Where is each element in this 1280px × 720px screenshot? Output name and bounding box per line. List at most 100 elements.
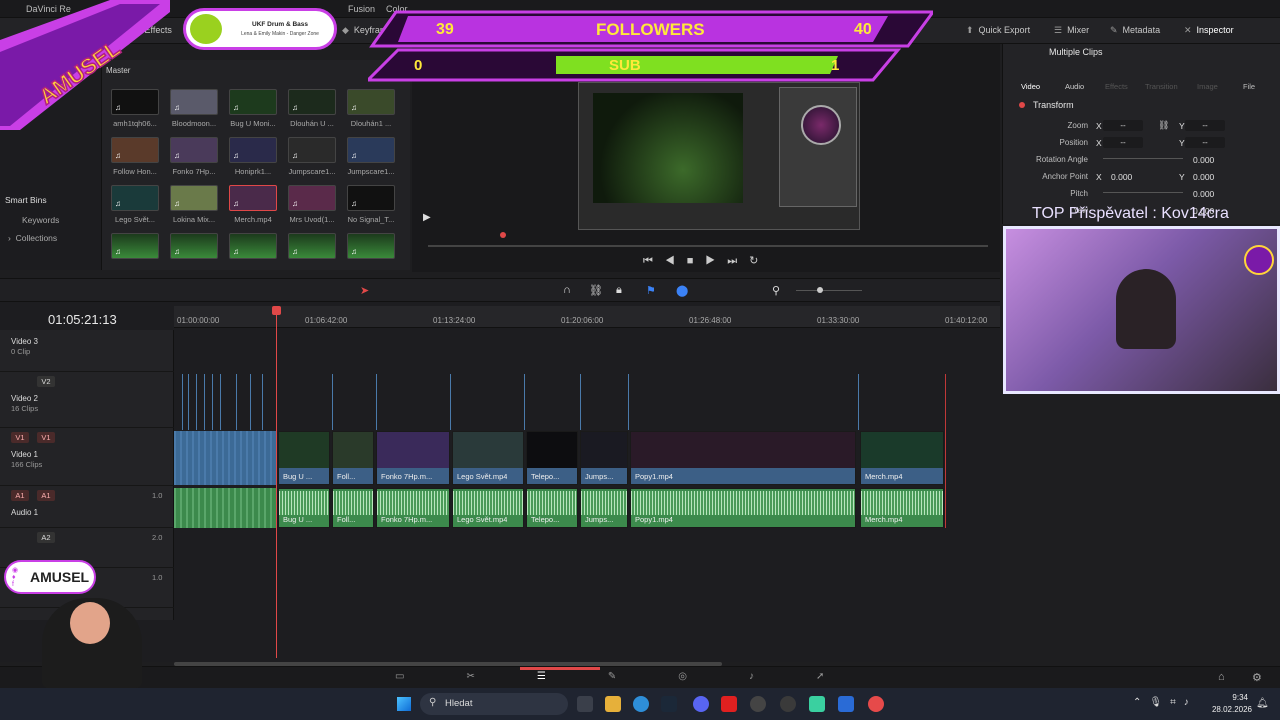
collections-item[interactable]: › Collections [8, 233, 57, 243]
video2-clip-marker[interactable] [220, 374, 221, 430]
file-explorer-icon[interactable] [605, 696, 621, 712]
video-clip[interactable]: Lego Svět.mp4 [452, 431, 524, 485]
play-marker-icon[interactable]: ▶ [423, 212, 431, 223]
app-icon[interactable] [809, 696, 825, 712]
notification-icon[interactable]: 🔔︎ [1256, 698, 1269, 709]
steam-icon[interactable] [661, 696, 677, 712]
clip-name[interactable]: Dlouhán1 ... [341, 119, 401, 128]
rotation-slider[interactable] [1103, 158, 1183, 159]
clip-name[interactable]: Fonko 7Hp... [164, 167, 224, 176]
rotation-value[interactable]: 0.000 [1193, 155, 1214, 165]
tab-effects[interactable]: Effects [1105, 82, 1128, 91]
loop-icon[interactable]: ↻ [749, 255, 770, 267]
skip-forward-icon[interactable]: ⏭ [727, 255, 749, 267]
discord-icon[interactable] [693, 696, 709, 712]
tab-image[interactable]: Image [1197, 82, 1218, 91]
video-clip[interactable]: Bug U ... [278, 431, 330, 485]
video2-clip-marker[interactable] [236, 374, 237, 430]
scrubber-playhead[interactable] [500, 232, 506, 238]
clip-thumbnail[interactable]: ♫ [111, 233, 159, 259]
home-icon[interactable]: ⌂ [1218, 671, 1225, 683]
tab-transition[interactable]: Transition [1145, 82, 1178, 91]
audio-clip[interactable]: Foll... [332, 488, 374, 528]
quick-export-button[interactable]: ⬆ Quick Export [966, 25, 1030, 36]
clip-thumbnail[interactable]: ♫ [111, 137, 159, 163]
inspector-button[interactable]: ✕ Inspector [1184, 25, 1234, 36]
video2-clip-marker[interactable] [212, 374, 213, 430]
zoom-icon[interactable]: ⚲ [772, 284, 780, 297]
clip-name[interactable]: Follow Hon... [105, 167, 165, 176]
clip-thumbnail[interactable]: ♫ [288, 185, 336, 211]
step-back-icon[interactable]: ◀ [665, 255, 687, 267]
video2-clip-marker[interactable] [628, 374, 629, 430]
chevron-up-icon[interactable]: ⌃ [1133, 697, 1149, 708]
clip-thumbnail[interactable]: ♫ [229, 89, 277, 115]
app2-icon[interactable] [838, 696, 854, 712]
youtube-icon[interactable] [721, 696, 737, 712]
metadata-button[interactable]: ✎ Metadata [1110, 25, 1160, 36]
edit-page-icon[interactable]: ☰ [537, 671, 608, 682]
clip-thumbnail[interactable]: ♫ [288, 137, 336, 163]
fairlight-page-icon[interactable]: ♪ [749, 671, 816, 682]
track-tag-v2[interactable]: V2 [37, 376, 55, 387]
video-clip[interactable]: Fonko 7Hp.m... [376, 431, 450, 485]
play-icon[interactable]: ▶ [705, 255, 727, 267]
clip-thumbnail[interactable]: ♫ [170, 89, 218, 115]
video2-clip-marker[interactable] [376, 374, 377, 430]
video-clip[interactable]: Popy1.mp4 [630, 431, 856, 485]
zoom-y-field[interactable]: -- [1185, 120, 1225, 131]
smart-bins-label[interactable]: Smart Bins [5, 195, 47, 205]
video2-clip-marker[interactable] [450, 374, 451, 430]
video-clip[interactable]: Merch.mp4 [860, 431, 944, 485]
settings-icon[interactable]: ⚙ [1252, 671, 1262, 684]
video2-clip-marker[interactable] [182, 374, 183, 430]
clip-thumbnail[interactable]: ♫ [288, 233, 336, 259]
video-clip-cluster[interactable] [174, 431, 276, 485]
stop-icon[interactable]: ■ [687, 255, 706, 267]
video2-clip-marker[interactable] [204, 374, 205, 430]
flag-icon[interactable]: ⚑ [646, 284, 656, 297]
anchor-y-field[interactable]: 0.000 [1193, 172, 1214, 182]
audio-clip[interactable]: Fonko 7Hp.m... [376, 488, 450, 528]
video2-clip-marker[interactable] [250, 374, 251, 430]
pitch-slider[interactable] [1103, 192, 1183, 193]
selection-tool-icon[interactable]: ➤ [360, 284, 369, 297]
clip-thumbnail[interactable]: ♫ [170, 233, 218, 259]
network-icon[interactable]: ⌗ [1170, 697, 1184, 708]
video2-clip-marker[interactable] [196, 374, 197, 430]
zoom-x-field[interactable]: -- [1103, 120, 1143, 131]
clip-thumbnail[interactable]: ♫ [229, 233, 277, 259]
obs-icon[interactable] [780, 696, 796, 712]
zoom-slider[interactable] [796, 290, 862, 291]
snapping-icon[interactable]: ∩ [563, 284, 571, 296]
audio-clip-cluster[interactable] [174, 488, 276, 528]
video2-clip-marker[interactable] [580, 374, 581, 430]
clip-thumbnail[interactable]: ♫ [229, 137, 277, 163]
keywords-item[interactable]: Keywords [22, 215, 59, 225]
marker-icon[interactable]: ⬤ [676, 284, 688, 297]
pitch-value[interactable]: 0.000 [1193, 189, 1214, 199]
video2-clip-marker[interactable] [858, 374, 859, 430]
transform-section-title[interactable]: Transform [1033, 100, 1074, 110]
cut-page-icon[interactable]: ✂ [466, 671, 536, 682]
timeline-playhead[interactable] [276, 306, 277, 658]
davinci-icon[interactable] [750, 696, 766, 712]
clip-thumbnail[interactable]: ♫ [170, 185, 218, 211]
zoom-slider-handle[interactable] [817, 287, 823, 293]
tab-video[interactable]: Video [1021, 82, 1040, 91]
clip-thumbnail[interactable]: ♫ [229, 185, 277, 211]
task-view-icon[interactable] [577, 696, 593, 712]
position-x-field[interactable]: -- [1103, 137, 1143, 148]
clip-name[interactable]: Bug U Moni... [223, 119, 283, 128]
start-icon[interactable] [397, 697, 411, 711]
mic-icon[interactable]: 🎙︎ [1149, 697, 1170, 708]
clip-thumbnail[interactable]: ♫ [347, 185, 395, 211]
clock-date[interactable]: 28.02.2026 [1200, 705, 1252, 714]
clip-thumbnail[interactable]: ♫ [347, 233, 395, 259]
video-clip[interactable]: Telepo... [526, 431, 578, 485]
audio-clip[interactable]: Lego Svět.mp4 [452, 488, 524, 528]
video2-clip-marker[interactable] [332, 374, 333, 430]
clip-thumbnail[interactable]: ♫ [170, 137, 218, 163]
app3-icon[interactable] [868, 696, 884, 712]
audio-clip[interactable]: Popy1.mp4 [630, 488, 856, 528]
